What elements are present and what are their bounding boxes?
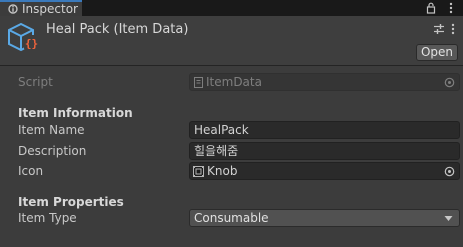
tab-label: Inspector bbox=[22, 2, 78, 16]
item-type-dropdown[interactable]: Consumable bbox=[189, 209, 460, 227]
description-value: 힐을해줌 bbox=[194, 144, 239, 158]
icon-object-field[interactable]: Knob bbox=[189, 162, 460, 180]
icon-row: Icon Knob bbox=[0, 161, 463, 181]
item-type-value: Consumable bbox=[194, 211, 269, 225]
header-divider bbox=[0, 65, 463, 66]
tab-bar: Inspector bbox=[0, 0, 463, 16]
script-row: Script ItemData bbox=[0, 72, 463, 92]
kebab-menu-icon[interactable] bbox=[446, 2, 456, 14]
dropdown-caret-icon bbox=[444, 216, 453, 221]
item-name-value: HealPack bbox=[194, 123, 249, 137]
svg-text:{}: {} bbox=[25, 37, 38, 50]
item-name-row: Item Name HealPack bbox=[0, 120, 463, 140]
object-picker-icon[interactable] bbox=[444, 166, 455, 177]
lock-icon[interactable] bbox=[426, 2, 436, 14]
icon-label: Icon bbox=[18, 164, 44, 178]
item-type-row: Item Type Consumable bbox=[0, 208, 463, 228]
script-field: ItemData bbox=[189, 73, 460, 91]
script-value: ItemData bbox=[206, 75, 262, 89]
item-type-label: Item Type bbox=[18, 211, 77, 225]
more-icon[interactable] bbox=[450, 23, 456, 35]
description-row: Description 힐을해줌 bbox=[0, 141, 463, 161]
scriptable-object-icon: {} bbox=[8, 22, 39, 52]
inspector-icon bbox=[8, 4, 18, 14]
icon-value: Knob bbox=[207, 164, 238, 178]
open-button[interactable]: Open bbox=[416, 44, 458, 61]
inspector-header: {} Heal Pack (Item Data) Open bbox=[0, 16, 463, 65]
asset-title: Heal Pack (Item Data) bbox=[46, 22, 189, 37]
item-name-label: Item Name bbox=[18, 123, 85, 137]
description-input[interactable]: 힐을해줌 bbox=[189, 142, 460, 160]
script-file-icon bbox=[194, 77, 203, 88]
tab-inspector[interactable]: Inspector bbox=[0, 0, 82, 16]
settings-icon[interactable] bbox=[433, 23, 445, 35]
item-name-input[interactable]: HealPack bbox=[189, 121, 460, 139]
knob-icon bbox=[193, 166, 204, 177]
section-item-information: Item Information bbox=[18, 106, 133, 120]
script-label: Script bbox=[18, 75, 53, 89]
description-label: Description bbox=[18, 144, 87, 158]
object-picker-icon bbox=[444, 77, 455, 88]
